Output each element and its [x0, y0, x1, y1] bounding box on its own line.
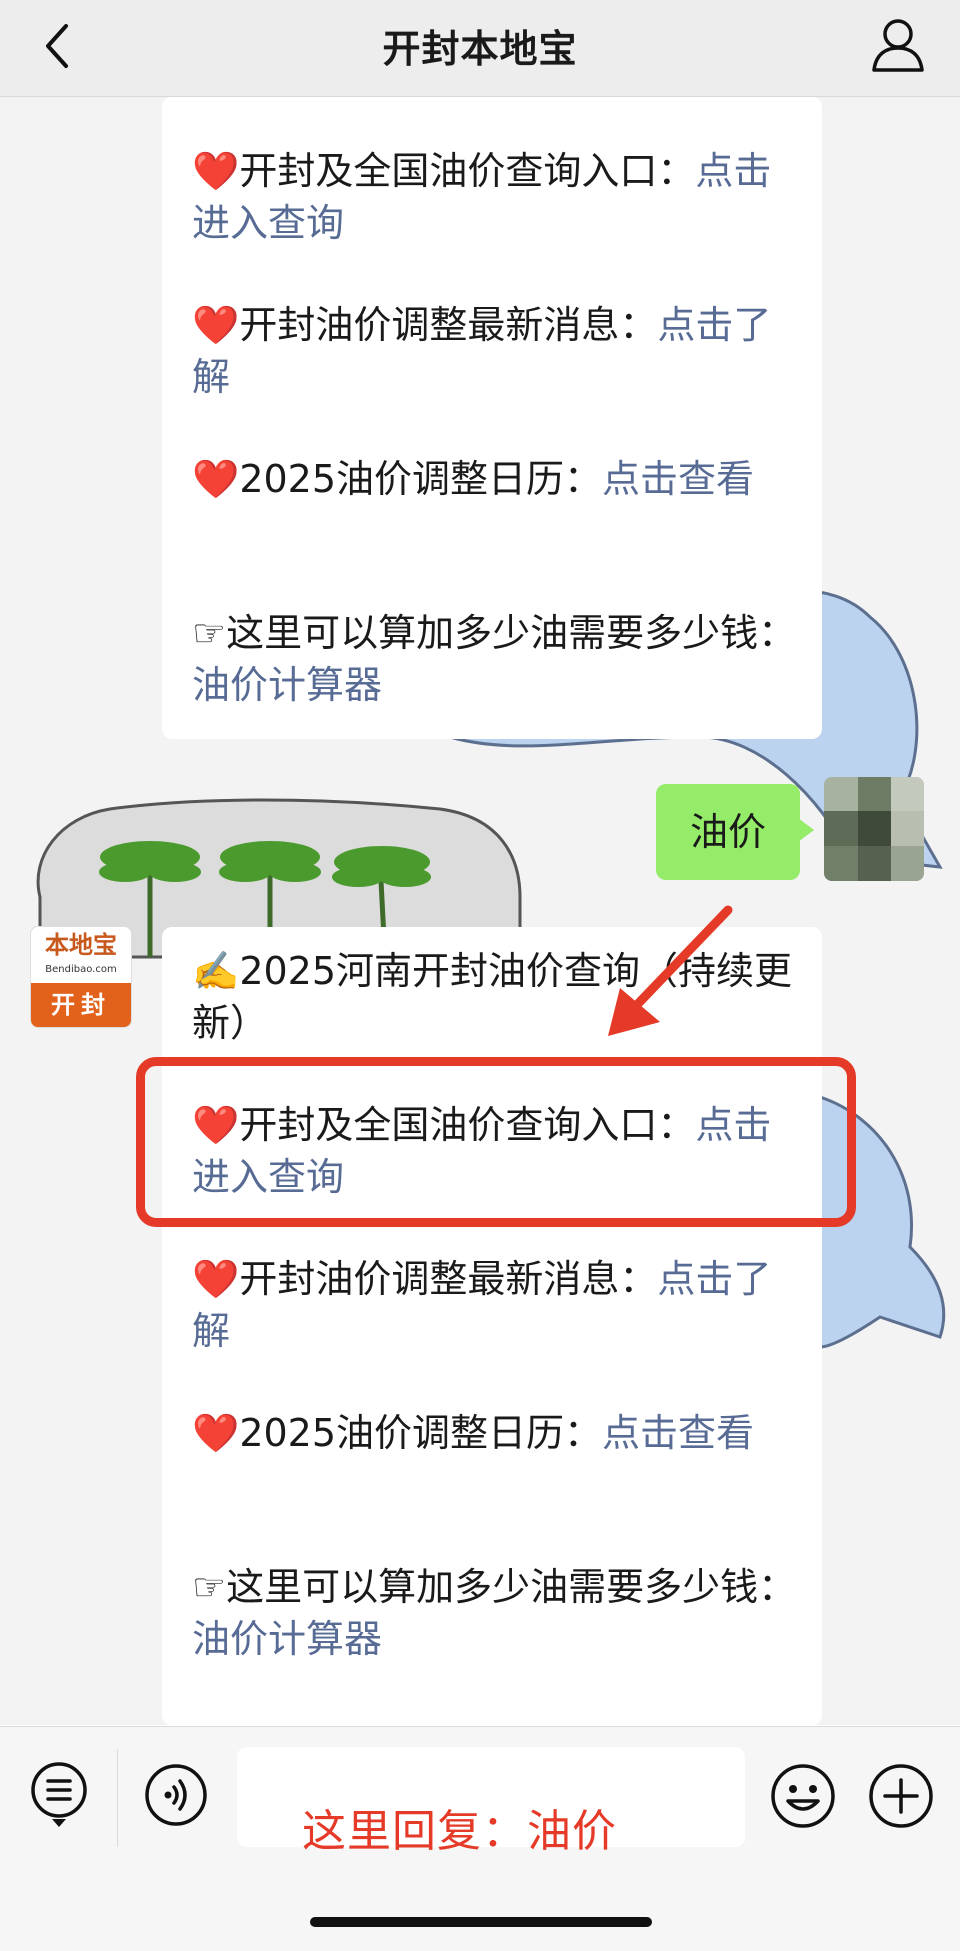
input-toolbar: 这里回复：油价: [0, 1726, 960, 1951]
voice-icon[interactable]: [144, 1763, 208, 1831]
emoji-icon[interactable]: [770, 1763, 836, 1833]
oil-calculator-link[interactable]: 油价计算器: [192, 663, 382, 707]
list-item: ❤️开封油价调整最新消息：点击了解: [192, 1253, 802, 1357]
page-title: 开封本地宝: [382, 27, 578, 71]
divider: [117, 1749, 118, 1847]
calendar-link[interactable]: 点击查看: [602, 1411, 754, 1455]
item-text: 这里可以算加多少油需要多少钱：: [226, 611, 797, 655]
calendar-link[interactable]: 点击查看: [602, 457, 754, 501]
pointing-hand-icon: ☞: [192, 611, 227, 655]
user-message-bubble[interactable]: 油价: [656, 784, 814, 880]
highlight-box: [136, 1057, 856, 1227]
list-item: ❤️2025油价调整日历：点击查看: [192, 453, 802, 505]
item-text: 这里可以算加多少油需要多少钱：: [226, 1565, 797, 1609]
bot-reply-bubble: ✍️2025河南开封油价查询（持续更新） ❤️开封及全国油价查询入口：点击进入查…: [162, 927, 822, 1725]
item-text: 开封及全国油价查询入口：: [239, 149, 696, 193]
user-avatar[interactable]: [824, 777, 924, 881]
chat-area[interactable]: ❤️开封及全国油价查询入口：点击进入查询 ❤️开封油价调整最新消息：点击了解 ❤…: [0, 97, 960, 1725]
item-text: 2025油价调整日历：: [239, 457, 603, 501]
item-text: 2025油价调整日历：: [239, 1411, 603, 1455]
heart-icon: ❤️: [192, 457, 240, 501]
top-nav-bar: 开封本地宝: [0, 0, 960, 97]
profile-icon[interactable]: [870, 16, 926, 74]
bot-avatar[interactable]: 本地宝 Bendibao.com 开封: [30, 926, 132, 1028]
item-text: 开封油价调整最新消息：: [239, 1257, 658, 1301]
previous-message-bubble: ❤️开封及全国油价查询入口：点击进入查询 ❤️开封油价调整最新消息：点击了解 ❤…: [162, 97, 822, 739]
pointing-hand-icon: ☞: [192, 1565, 227, 1609]
menu-icon[interactable]: [30, 1761, 90, 1837]
oil-calculator-link[interactable]: 油价计算器: [192, 1617, 382, 1661]
list-item: ❤️2025油价调整日历：点击查看: [192, 1407, 802, 1459]
list-item: ❤️开封及全国油价查询入口：点击进入查询: [192, 145, 802, 249]
plus-icon[interactable]: [868, 1763, 934, 1833]
list-item: ❤️开封油价调整最新消息：点击了解: [192, 299, 802, 403]
heart-icon: ❤️: [192, 1411, 240, 1455]
list-item: ☞这里可以算加多少油需要多少钱： 油价计算器: [192, 607, 802, 711]
heart-icon: ❤️: [192, 303, 240, 347]
bendibao-logo: 本地宝 Bendibao.com: [45, 930, 117, 975]
writing-hand-icon: ✍️: [192, 949, 240, 993]
heart-icon: ❤️: [192, 1257, 240, 1301]
reply-hint-annotation: 这里回复：油价: [302, 1806, 617, 1857]
home-indicator[interactable]: [310, 1917, 652, 1927]
heart-icon: ❤️: [192, 149, 240, 193]
arrow-icon: [608, 905, 733, 1036]
item-text: 开封油价调整最新消息：: [239, 303, 658, 347]
list-item: ☞这里可以算加多少油需要多少钱： 油价计算器: [192, 1561, 802, 1665]
